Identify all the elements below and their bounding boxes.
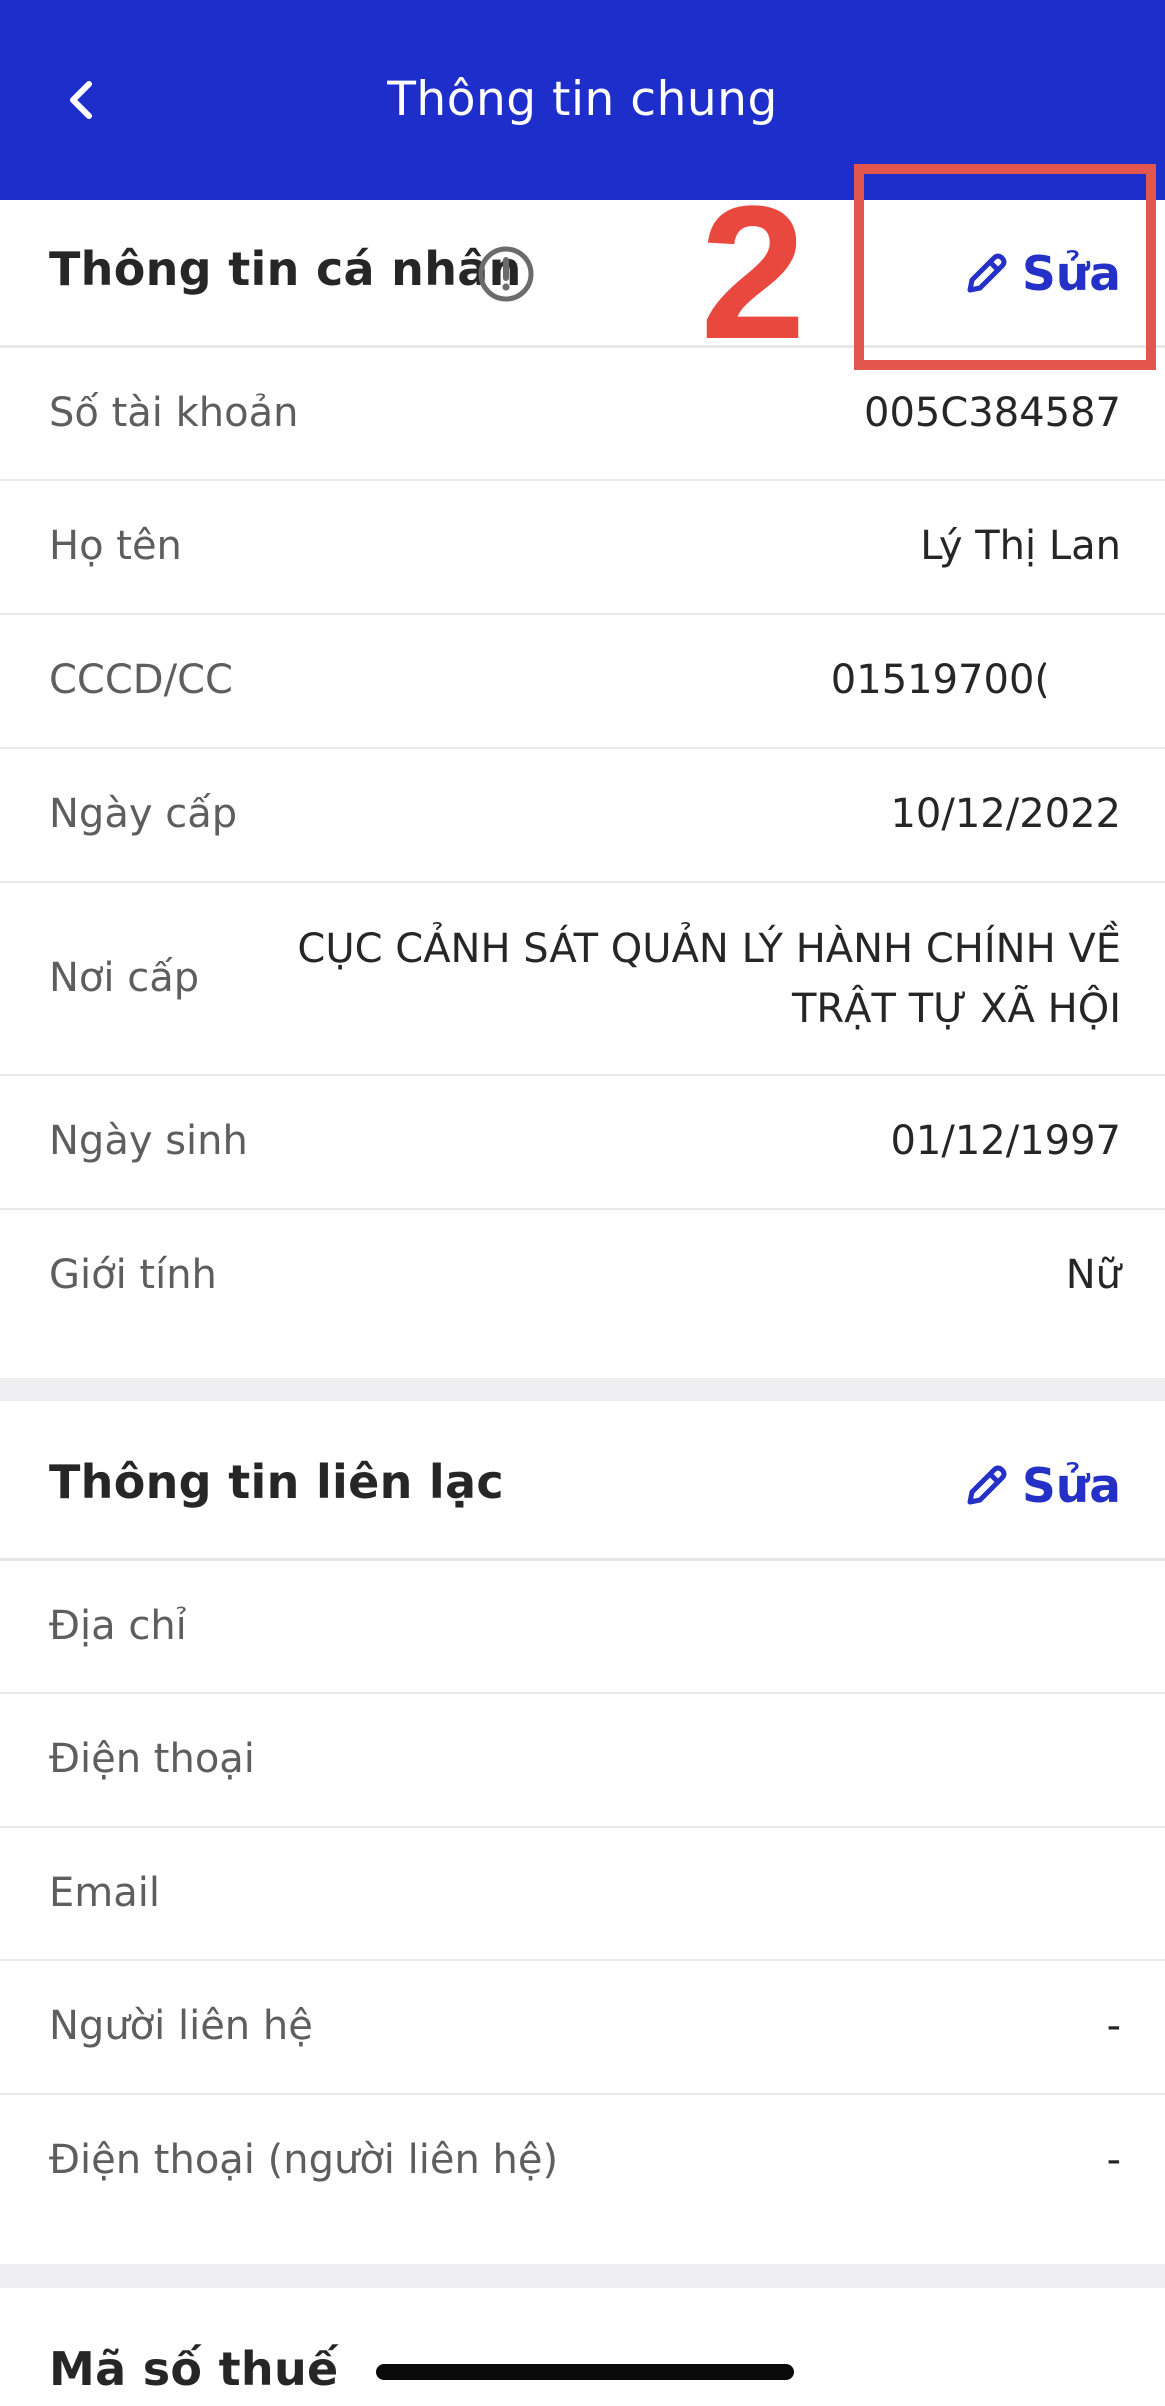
row-value: -	[1106, 2003, 1121, 2049]
home-indicator[interactable]	[376, 2364, 794, 2380]
row-label: Điện thoại (người liên hệ)	[49, 2137, 559, 2183]
row-id-card: CCCD/CC 01519700(	[0, 615, 1165, 749]
row-value: 005C384587	[864, 390, 1121, 436]
contact-section-title: Thông tin liên lạc	[49, 1455, 504, 1509]
row-label: Ngày cấp	[49, 791, 238, 837]
row-value: Lý Thị Lan	[920, 523, 1121, 569]
row-birth-date: Ngày sinh 01/12/1997	[0, 1076, 1165, 1210]
row-address: Địa chỉ	[0, 1561, 1165, 1694]
page-title: Thông tin chung	[387, 72, 778, 127]
contact-section-header: Thông tin liên lạc Sửa	[0, 1401, 1165, 1561]
personal-section-title: Thông tin cá nhân	[49, 242, 522, 296]
section-divider	[0, 1378, 1165, 1401]
row-issue-place: Nơi cấp CỤC CẢNH SÁT QUẢN LÝ HÀNH CHÍNH …	[0, 883, 1165, 1076]
row-phone: Điện thoại	[0, 1694, 1165, 1828]
row-label: CCCD/CC	[49, 657, 233, 703]
row-label: Email	[49, 1870, 160, 1916]
row-value: 01519700(	[830, 657, 1050, 703]
row-value: 10/12/2022	[890, 791, 1121, 837]
row-value: 01/12/1997	[890, 1118, 1121, 1164]
row-issue-date: Ngày cấp 10/12/2022	[0, 749, 1165, 883]
row-email: Email	[0, 1828, 1165, 1961]
screen: Thông tin chung Thông tin cá nhân Sửa Số…	[0, 0, 1165, 2406]
redaction-mask	[1046, 645, 1150, 745]
row-value: Nữ	[1065, 1252, 1121, 1298]
row-contact-phone: Điện thoại (người liên hệ) -	[0, 2095, 1165, 2264]
row-label: Họ tên	[49, 523, 182, 569]
row-full-name: Họ tên Lý Thị Lan	[0, 481, 1165, 615]
edit-contact-label: Sửa	[1021, 1458, 1121, 1514]
annotation-step-number: 2	[700, 167, 806, 379]
pencil-icon	[967, 1465, 1007, 1505]
annotation-highlight-box	[854, 164, 1156, 370]
row-label: Ngày sinh	[49, 1118, 248, 1164]
row-contact-person: Người liên hệ -	[0, 1961, 1165, 2095]
row-label: Người liên hệ	[49, 2003, 313, 2049]
info-circle-icon[interactable]	[476, 244, 536, 304]
row-value: CỤC CẢNH SÁT QUẢN LÝ HÀNH CHÍNH VỀ TRẬT …	[297, 926, 1121, 1032]
row-label: Nơi cấp	[49, 955, 200, 1001]
tax-section-header: Mã số thuế	[0, 2288, 1165, 2406]
row-label: Giới tính	[49, 1252, 217, 1298]
section-divider	[0, 2264, 1165, 2288]
tax-section-title: Mã số thuế	[49, 2342, 339, 2396]
row-label: Điện thoại	[49, 1736, 255, 1782]
row-gender: Giới tính Nữ	[0, 1210, 1165, 1378]
edit-contact-button[interactable]: Sửa	[960, 1451, 1121, 1521]
row-label: Số tài khoản	[49, 390, 299, 436]
row-value: -	[1106, 2137, 1121, 2183]
row-label: Địa chỉ	[49, 1603, 187, 1649]
